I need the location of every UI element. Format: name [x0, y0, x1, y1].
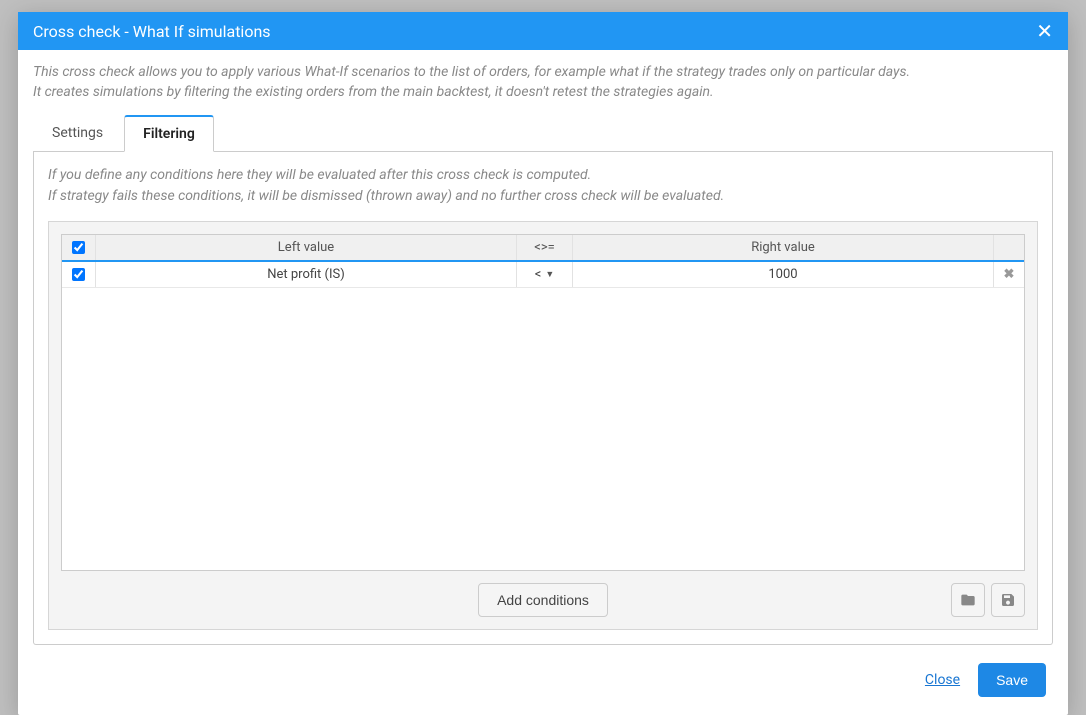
row-right-value[interactable]: 1000	[573, 262, 994, 287]
description-line2: It creates simulations by filtering the …	[33, 82, 1053, 102]
save-button[interactable]: Save	[978, 663, 1046, 697]
header-checkbox-cell	[62, 235, 96, 260]
footer-icon-buttons	[951, 583, 1025, 617]
open-folder-button[interactable]	[951, 583, 985, 617]
row-left-value[interactable]: Net profit (IS)	[96, 262, 517, 287]
row-delete-cell: ✖	[994, 262, 1024, 287]
modal-header: Cross check - What If simulations ✕	[18, 12, 1068, 50]
grid-footer: Add conditions	[61, 583, 1025, 617]
filtering-description: If you define any conditions here they w…	[48, 165, 1038, 207]
tabs-bar: Settings Filtering	[33, 115, 1053, 152]
description-line1: This cross check allows you to apply var…	[33, 62, 1053, 82]
filtering-desc-line1: If you define any conditions here they w…	[48, 165, 1038, 186]
close-icon[interactable]: ✕	[1036, 21, 1053, 41]
header-operator: <>=	[517, 235, 573, 260]
tab-settings[interactable]: Settings	[33, 115, 122, 152]
row-operator-value: <	[535, 267, 542, 282]
grid-header-row: Left value <>= Right value	[62, 235, 1024, 262]
add-conditions-button[interactable]: Add conditions	[478, 583, 608, 617]
row-checkbox-cell	[62, 262, 96, 287]
row-checkbox[interactable]	[72, 268, 85, 281]
modal-title: Cross check - What If simulations	[33, 22, 271, 41]
tab-filtering[interactable]: Filtering	[124, 115, 214, 152]
header-right-value: Right value	[573, 235, 994, 260]
header-delete-col	[994, 235, 1024, 260]
grid-body: Net profit (IS) < ▼ 1000 ✖	[62, 262, 1024, 570]
modal-body: This cross check allows you to apply var…	[18, 50, 1068, 649]
chevron-down-icon: ▼	[545, 269, 554, 280]
folder-icon	[960, 592, 976, 608]
filtering-tab-content: If you define any conditions here they w…	[33, 151, 1053, 645]
delete-row-icon[interactable]: ✖	[1004, 267, 1015, 282]
modal-footer: Close Save	[18, 649, 1068, 715]
conditions-grid: Left value <>= Right value Net profit (I…	[61, 234, 1025, 571]
save-icon	[1000, 592, 1016, 608]
select-all-checkbox[interactable]	[72, 241, 85, 254]
filtering-desc-line2: If strategy fails these conditions, it w…	[48, 186, 1038, 207]
header-left-value: Left value	[96, 235, 517, 260]
condition-row: Net profit (IS) < ▼ 1000 ✖	[62, 262, 1024, 288]
modal-description: This cross check allows you to apply var…	[33, 62, 1053, 103]
conditions-panel: Left value <>= Right value Net profit (I…	[48, 221, 1038, 630]
save-icon-button[interactable]	[991, 583, 1025, 617]
row-operator-select[interactable]: < ▼	[517, 262, 573, 287]
close-link[interactable]: Close	[925, 672, 960, 688]
cross-check-modal: Cross check - What If simulations ✕ This…	[18, 12, 1068, 715]
